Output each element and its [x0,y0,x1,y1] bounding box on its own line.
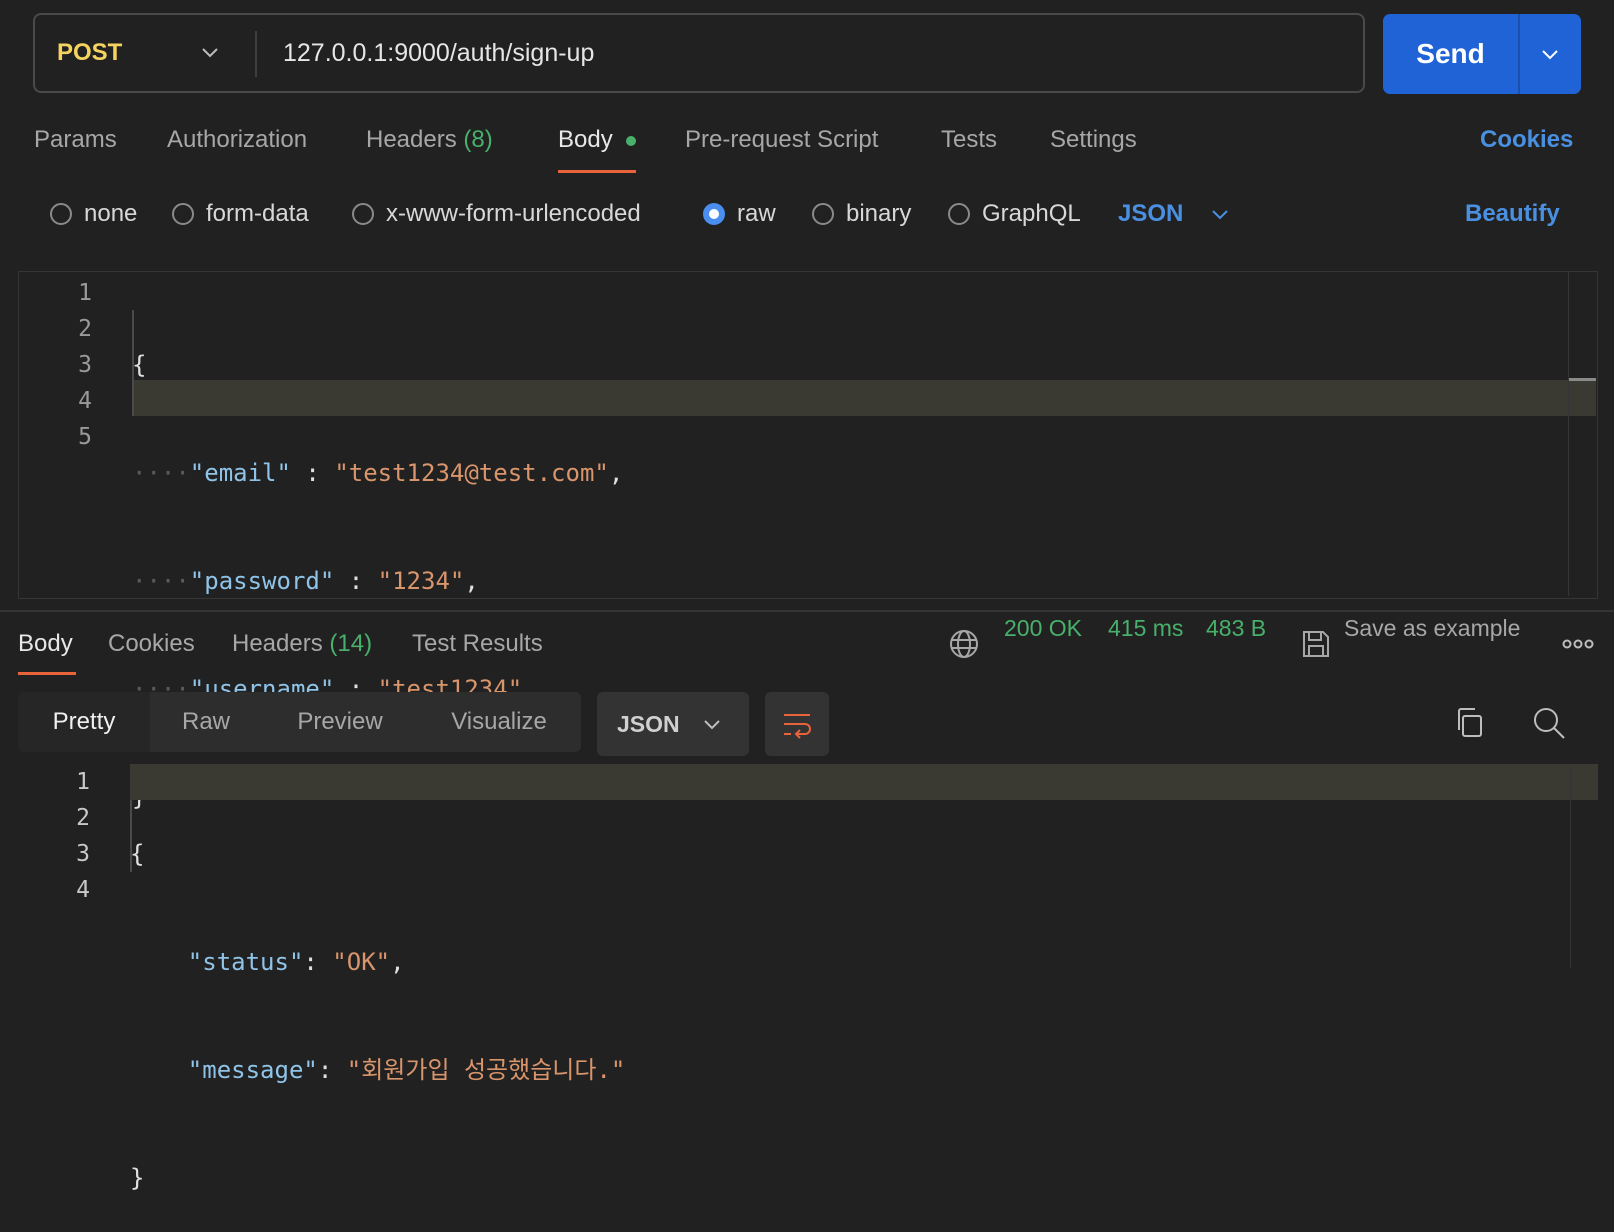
radio-none[interactable] [50,203,72,225]
tab-settings[interactable]: Settings [1050,120,1137,160]
line-number: 5 [78,424,92,450]
tab-headers-label: Headers [366,126,457,153]
copy-icon[interactable] [1454,706,1486,740]
tab-body-label: Body [558,126,613,153]
radio-form-data-label[interactable]: form-data [206,196,309,232]
code-line: "message": "회원가입 성공했습니다." [187,1056,626,1084]
body-modified-dot [626,136,636,146]
tab-prerequest-script[interactable]: Pre-request Script [685,120,878,160]
json-key: "status" [187,948,304,976]
status-code[interactable]: 200 OK [1004,608,1082,648]
wrap-lines-button[interactable] [765,692,829,756]
json-comma: , [464,567,479,595]
radio-raw[interactable] [703,203,725,225]
response-tab-test-results[interactable]: Test Results [412,624,543,664]
tab-body-underline [558,170,636,173]
headers-count: (8) [463,126,493,153]
url-bar: POST 127.0.0.1:9000/auth/sign-up [33,13,1365,93]
json-comma: , [608,459,624,487]
json-value: "1234" [377,567,465,595]
chevron-down-icon[interactable] [1209,203,1231,225]
response-minimap-border [1570,764,1571,968]
json-value: "OK" [332,948,391,976]
wrap-lines-icon [784,714,811,739]
beautify-button[interactable]: Beautify [1465,196,1560,232]
save-icon[interactable] [1300,628,1332,660]
json-value: "회원가입 성공했습니다." [346,1056,626,1084]
response-tab-cookies[interactable]: Cookies [108,624,195,664]
response-tab-underline [18,672,76,675]
scrollbar-marker [1568,378,1596,381]
view-preview[interactable]: Preview [280,692,400,752]
line-number: 3 [78,352,92,378]
response-format-label: JSON [617,711,680,737]
body-format-select[interactable]: JSON [1118,196,1183,232]
line-number: 1 [76,769,90,795]
code-line: ····"email" : "test1234@test.com", [132,455,623,491]
line-number: 4 [78,388,92,414]
radio-urlencoded[interactable] [352,203,374,225]
editor-minimap-border [1568,272,1569,596]
url-divider [255,31,257,77]
code-line: { [132,351,147,379]
send-button[interactable]: Send [1383,14,1581,94]
radio-raw-label[interactable]: raw [737,196,776,232]
code-line: ····"password" : "1234", [132,563,623,599]
line-number: 1 [78,280,92,306]
globe-icon[interactable] [948,628,980,660]
radio-binary-label[interactable]: binary [846,196,911,232]
chevron-down-icon [704,720,720,730]
json-separator: : [334,567,378,595]
json-key: "email" [189,459,291,487]
view-raw[interactable]: Raw [150,692,262,752]
tab-body[interactable]: Body [558,120,613,160]
response-headers-label: Headers [232,630,323,657]
json-value: "test1234@test.com" [334,459,609,487]
chevron-down-icon[interactable] [199,41,221,63]
response-tab-headers[interactable]: Headers (14) [232,624,372,664]
line-number: 3 [76,841,90,867]
line-number: 2 [78,316,92,342]
response-format-select[interactable]: JSON [597,692,749,756]
line-number: 2 [76,805,90,831]
json-comma: , [390,948,405,976]
send-label[interactable]: Send [1383,14,1518,94]
chevron-down-icon[interactable] [1539,43,1561,65]
json-key: "password" [189,567,335,595]
request-line-numbers: 1 2 3 4 5 [32,275,92,455]
radio-binary[interactable] [812,203,834,225]
tab-headers[interactable]: Headers (8) [366,120,493,160]
code-line: } [130,1164,145,1192]
method-select[interactable]: POST [57,15,122,91]
response-time[interactable]: 415 ms [1108,608,1183,648]
code-line: { [130,840,145,868]
response-code: { "status": "OK", "message": "회원가입 성공했습니… [130,764,625,1232]
response-headers-count: (14) [329,630,373,657]
send-divider [1518,14,1520,94]
cookies-link[interactable]: Cookies [1480,120,1573,160]
radio-urlencoded-label[interactable]: x-www-form-urlencoded [386,196,641,232]
url-input[interactable]: 127.0.0.1:9000/auth/sign-up [283,15,594,91]
tab-authorization[interactable]: Authorization [167,120,307,160]
tab-tests[interactable]: Tests [941,120,997,160]
more-options-icon[interactable] [1562,636,1594,652]
response-tab-body[interactable]: Body [18,624,73,664]
radio-graphql-label[interactable]: GraphQL [982,196,1081,232]
code-line: "status": "OK", [187,948,405,976]
response-line-numbers: 1 2 3 4 [30,764,90,908]
radio-graphql[interactable] [948,203,970,225]
view-visualize[interactable]: Visualize [432,692,566,752]
indent-dots: ···· [132,459,190,487]
json-separator: : [290,459,335,487]
response-size[interactable]: 483 B [1206,608,1266,648]
view-pretty[interactable]: Pretty [18,692,150,752]
search-icon[interactable] [1532,706,1566,740]
radio-none-label[interactable]: none [84,196,137,232]
save-as-example-button[interactable]: Save as example [1344,608,1520,648]
indent-dots: ···· [132,567,190,595]
line-number: 4 [76,877,90,903]
json-key: "message" [187,1056,318,1084]
radio-form-data[interactable] [172,203,194,225]
tab-params[interactable]: Params [34,120,117,160]
